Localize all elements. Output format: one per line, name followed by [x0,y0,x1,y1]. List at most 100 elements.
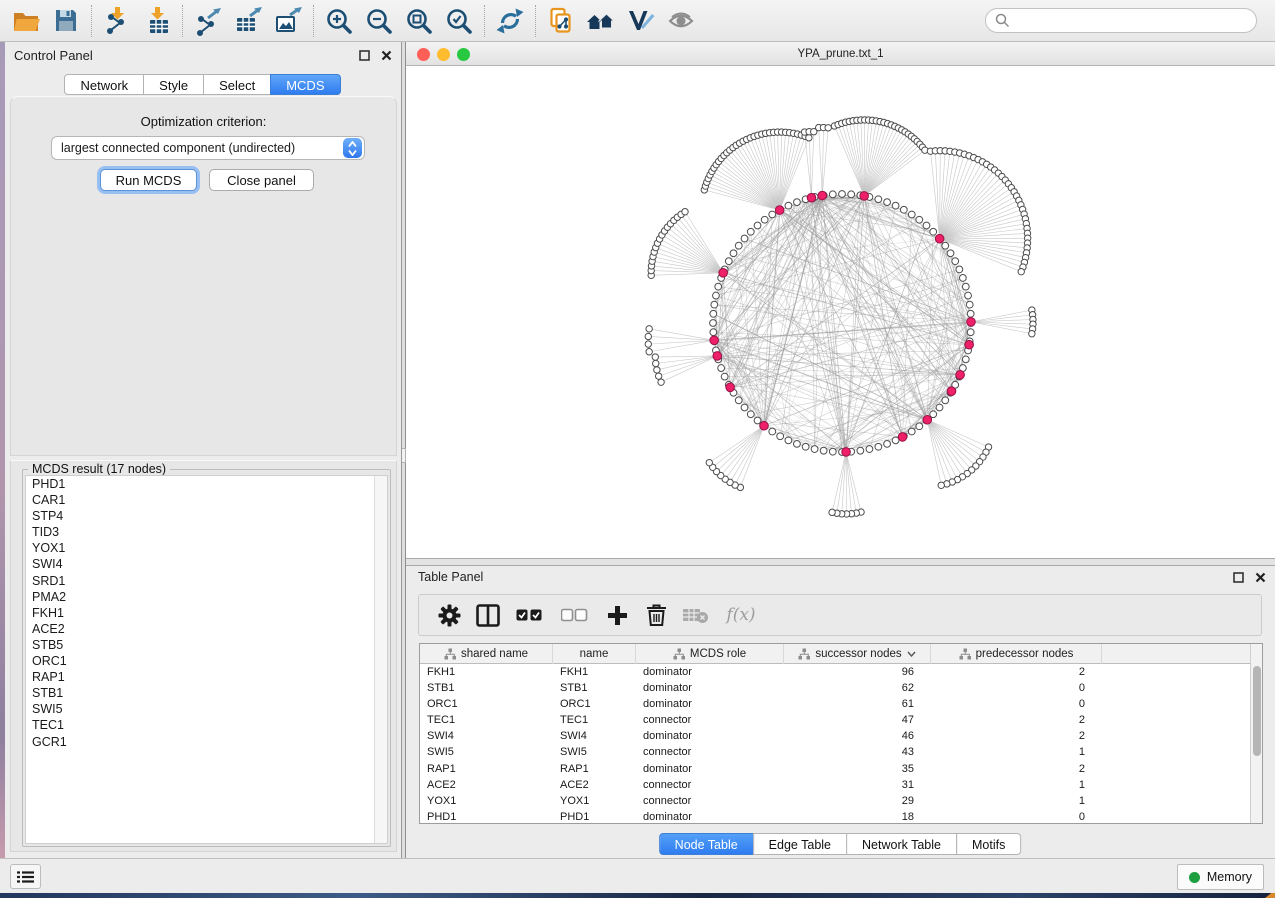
cell-successor_nodes[interactable]: 43 [784,744,931,760]
save-session-icon[interactable] [46,3,86,39]
deselect-all-icon[interactable] [559,602,591,628]
mcds-result-item[interactable]: PMA2 [26,589,387,605]
cell-predecessor_nodes[interactable]: 2 [931,712,1102,728]
column-header-shared_name[interactable]: shared name [420,644,553,664]
tab-edge-table[interactable]: Edge Table [753,833,847,855]
horizontal-splitter[interactable] [406,558,1275,566]
cell-mcds_role[interactable]: connector [636,744,784,760]
cell-mcds_role[interactable]: dominator [636,809,784,823]
maximize-window-icon[interactable] [457,48,470,61]
table-row[interactable]: SWI5SWI5connector431 [420,744,1250,760]
cell-mcds_role[interactable]: dominator [636,664,784,680]
zoom-out-icon[interactable] [359,3,399,39]
network-canvas[interactable] [406,66,1275,558]
cell-successor_nodes[interactable]: 61 [784,696,931,712]
cell-shared_name[interactable]: ACE2 [420,777,553,793]
cell-successor_nodes[interactable]: 62 [784,680,931,696]
export-network-icon[interactable] [188,3,228,39]
delete-table-icon[interactable] [682,602,708,628]
table-row[interactable]: TEC1TEC1connector472 [420,712,1250,728]
tab-motifs[interactable]: Motifs [956,833,1021,855]
mcds-result-item[interactable]: PHD1 [26,476,387,492]
mcds-result-item[interactable]: SRD1 [26,573,387,589]
tab-network[interactable]: Network [64,74,144,95]
table-row[interactable]: ORC1ORC1dominator610 [420,696,1250,712]
cell-name[interactable]: RAP1 [553,761,636,777]
mcds-result-item[interactable]: GCR1 [26,734,387,750]
optimization-criterion-select[interactable]: largest connected component (undirected) [51,136,365,160]
cell-predecessor_nodes[interactable]: 2 [931,761,1102,777]
mcds-result-item[interactable]: STB1 [26,685,387,701]
cell-predecessor_nodes[interactable]: 0 [931,696,1102,712]
cell-name[interactable]: SWI4 [553,728,636,744]
mcds-result-item[interactable]: FKH1 [26,605,387,621]
cell-predecessor_nodes[interactable]: 1 [931,744,1102,760]
show-panel-list-button[interactable] [10,864,41,889]
export-image-icon[interactable] [268,3,308,39]
cell-name[interactable]: TEC1 [553,712,636,728]
close-window-icon[interactable] [417,48,430,61]
clone-network-icon[interactable] [541,3,581,39]
cell-successor_nodes[interactable]: 31 [784,777,931,793]
cell-mcds_role[interactable]: dominator [636,728,784,744]
cell-shared_name[interactable]: FKH1 [420,664,553,680]
mcds-result-item[interactable]: SWI5 [26,701,387,717]
import-table-icon[interactable] [137,3,177,39]
cell-mcds_role[interactable]: dominator [636,696,784,712]
table-row[interactable]: STB1STB1dominator620 [420,680,1250,696]
cell-predecessor_nodes[interactable]: 0 [931,680,1102,696]
cell-successor_nodes[interactable]: 18 [784,809,931,823]
mcds-result-item[interactable]: TID3 [26,524,387,540]
table-row[interactable]: ACE2ACE2connector311 [420,777,1250,793]
memory-button[interactable]: Memory [1177,864,1264,890]
cell-predecessor_nodes[interactable]: 2 [931,664,1102,680]
cell-shared_name[interactable]: RAP1 [420,761,553,777]
vertical-splitter[interactable] [402,42,406,858]
cell-predecessor_nodes[interactable]: 2 [931,728,1102,744]
cell-successor_nodes[interactable]: 46 [784,728,931,744]
cell-name[interactable]: ACE2 [553,777,636,793]
mcds-result-list[interactable]: PHD1CAR1STP4TID3YOX1SWI4SRD1PMA2FKH1ACE2… [25,475,388,844]
zoom-in-icon[interactable] [319,3,359,39]
cell-mcds_role[interactable]: dominator [636,761,784,777]
mcds-result-item[interactable]: ACE2 [26,621,387,637]
cell-name[interactable]: STB1 [553,680,636,696]
cell-name[interactable]: PHD1 [553,809,636,823]
table-row[interactable]: YOX1YOX1connector291 [420,793,1250,809]
list-scrollbar[interactable] [374,476,387,843]
cell-shared_name[interactable]: YOX1 [420,793,553,809]
mcds-result-item[interactable]: RAP1 [26,669,387,685]
export-table-icon[interactable] [228,3,268,39]
cell-successor_nodes[interactable]: 96 [784,664,931,680]
close-panel-icon[interactable] [380,49,393,62]
cell-name[interactable]: FKH1 [553,664,636,680]
mcds-result-item[interactable]: STB5 [26,637,387,653]
cell-shared_name[interactable]: STB1 [420,680,553,696]
run-mcds-button[interactable]: Run MCDS [100,169,197,191]
search-input[interactable] [1010,14,1247,28]
cell-name[interactable]: YOX1 [553,793,636,809]
cell-successor_nodes[interactable]: 47 [784,712,931,728]
scrollbar-thumb[interactable] [1253,666,1261,756]
float-panel-icon[interactable] [358,49,371,62]
refresh-layout-icon[interactable] [490,3,530,39]
close-panel-icon[interactable] [1254,571,1267,584]
import-network-icon[interactable] [97,3,137,39]
tab-mcds[interactable]: MCDS [270,74,340,95]
table-mode-gear-icon[interactable] [436,602,462,628]
cell-shared_name[interactable]: PHD1 [420,809,553,823]
table-row[interactable]: FKH1FKH1dominator962 [420,664,1250,680]
show-all-networks-icon[interactable] [581,3,621,39]
search-box[interactable] [985,8,1257,33]
tab-node-table[interactable]: Node Table [659,833,754,855]
delete-column-icon[interactable] [643,602,669,628]
column-header-mcds_role[interactable]: MCDS role [636,644,784,664]
cell-mcds_role[interactable]: connector [636,793,784,809]
mcds-result-item[interactable]: ORC1 [26,653,387,669]
column-header-successor_nodes[interactable]: successor nodes [784,644,931,664]
network-view-titlebar[interactable]: YPA_prune.txt_1 [406,42,1275,66]
mcds-result-item[interactable]: YOX1 [26,540,387,556]
cell-predecessor_nodes[interactable]: 1 [931,793,1102,809]
hide-selected-icon[interactable] [621,3,661,39]
cell-shared_name[interactable]: SWI4 [420,728,553,744]
